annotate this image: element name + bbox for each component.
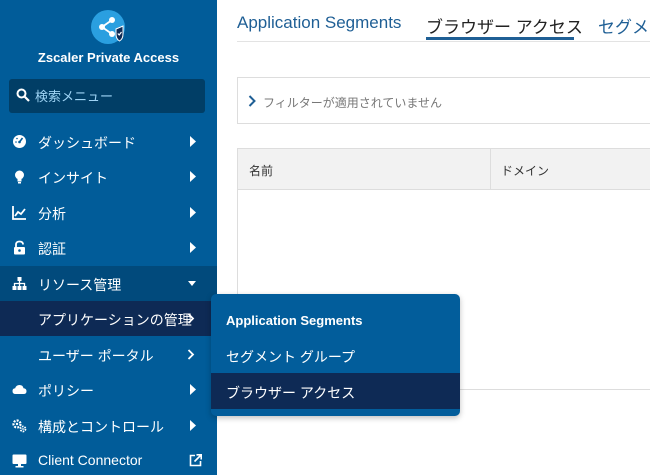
sidebar-item-label: ポリシー bbox=[38, 383, 94, 399]
caret-right-icon bbox=[190, 242, 196, 253]
table-header: 名前 ドメイン bbox=[238, 148, 650, 190]
cloud-icon bbox=[12, 385, 27, 394]
lightbulb-icon bbox=[15, 170, 24, 184]
zscaler-logo-icon bbox=[91, 10, 125, 44]
caret-right-icon bbox=[190, 384, 196, 395]
flyout-item-label: Application Segments bbox=[226, 313, 363, 328]
filter-bar[interactable]: フィルターが適用されていません bbox=[237, 77, 650, 124]
app-logo[interactable]: Zscaler Private Access bbox=[0, 0, 217, 72]
tab-application-segments[interactable]: Application Segments bbox=[237, 13, 401, 33]
sidebar: Zscaler Private Access ダッシュボード bbox=[0, 0, 217, 475]
flyout-item-browser-access[interactable]: ブラウザー アクセス bbox=[211, 373, 460, 409]
sidebar-item-label: 分析 bbox=[38, 206, 66, 222]
flyout-menu: Application Segments セグメント グループ ブラウザー アク… bbox=[211, 294, 460, 416]
flyout-item-segment-groups[interactable]: セグメント グループ bbox=[211, 337, 460, 373]
sidebar-subitem-label: アプリケーションの管理 bbox=[38, 312, 192, 328]
tab-browser-access[interactable]: ブラウザー アクセス bbox=[426, 13, 583, 38]
sidebar-item-label: ダッシュボード bbox=[38, 135, 136, 151]
page: Zscaler Private Access ダッシュボード bbox=[0, 0, 650, 475]
column-divider bbox=[490, 149, 491, 190]
caret-right-icon bbox=[190, 171, 196, 182]
sidebar-item-insights[interactable]: インサイト bbox=[0, 159, 217, 194]
sidebar-item-dashboard[interactable]: ダッシュボード bbox=[0, 124, 217, 159]
cogs-icon bbox=[12, 419, 27, 433]
monitor-icon bbox=[12, 454, 27, 468]
external-link-icon bbox=[189, 454, 202, 467]
chevron-right-icon bbox=[187, 349, 195, 360]
column-header-name[interactable]: 名前 bbox=[249, 162, 273, 179]
search-input[interactable] bbox=[35, 85, 195, 107]
sidebar-item-label: Client Connector bbox=[38, 452, 143, 468]
chevron-right-icon bbox=[187, 313, 195, 324]
sidebar-item-client-connector[interactable]: Client Connector bbox=[0, 443, 217, 475]
sidebar-subitem-label: ユーザー ポータル bbox=[38, 348, 154, 364]
sidebar-item-configuration[interactable]: 構成とコントロール bbox=[0, 408, 217, 443]
tab-segment-groups[interactable]: セグメ bbox=[598, 13, 649, 38]
caret-right-icon bbox=[190, 136, 196, 147]
flyout-item-application-segments[interactable]: Application Segments bbox=[211, 302, 460, 338]
tab-bar: Application Segments ブラウザー アクセス セグメ bbox=[237, 0, 650, 42]
sidebar-subitem-user-portal[interactable]: ユーザー ポータル bbox=[0, 337, 217, 372]
sidebar-subitem-app-management[interactable]: アプリケーションの管理 bbox=[0, 301, 217, 336]
sidebar-item-authentication[interactable]: 認証 bbox=[0, 230, 217, 265]
sidebar-item-label: リソース管理 bbox=[38, 277, 122, 293]
sidebar-item-policy[interactable]: ポリシー bbox=[0, 372, 217, 407]
menu-search bbox=[9, 79, 205, 113]
analytics-icon bbox=[12, 206, 26, 220]
flyout-item-label: ブラウザー アクセス bbox=[226, 385, 356, 401]
sidebar-item-label: 構成とコントロール bbox=[38, 419, 164, 435]
sidebar-item-analytics[interactable]: 分析 bbox=[0, 195, 217, 230]
caret-right-icon bbox=[190, 207, 196, 218]
sitemap-icon bbox=[12, 277, 27, 290]
dashboard-icon bbox=[13, 135, 26, 148]
app-name: Zscaler Private Access bbox=[37, 50, 180, 65]
caret-right-icon bbox=[190, 420, 196, 431]
sidebar-item-label: 認証 bbox=[38, 241, 66, 257]
chevron-right-icon bbox=[248, 95, 256, 107]
lock-icon bbox=[14, 240, 25, 255]
column-header-domain[interactable]: ドメイン bbox=[501, 162, 549, 179]
active-tab-indicator bbox=[426, 37, 574, 40]
flyout-item-label: セグメント グループ bbox=[226, 349, 356, 365]
sidebar-item-label: インサイト bbox=[38, 170, 108, 186]
search-icon bbox=[16, 88, 30, 102]
filter-status-text: フィルターが適用されていません bbox=[263, 96, 443, 110]
caret-down-icon bbox=[188, 281, 196, 286]
sidebar-item-resource-management[interactable]: リソース管理 bbox=[0, 266, 217, 301]
